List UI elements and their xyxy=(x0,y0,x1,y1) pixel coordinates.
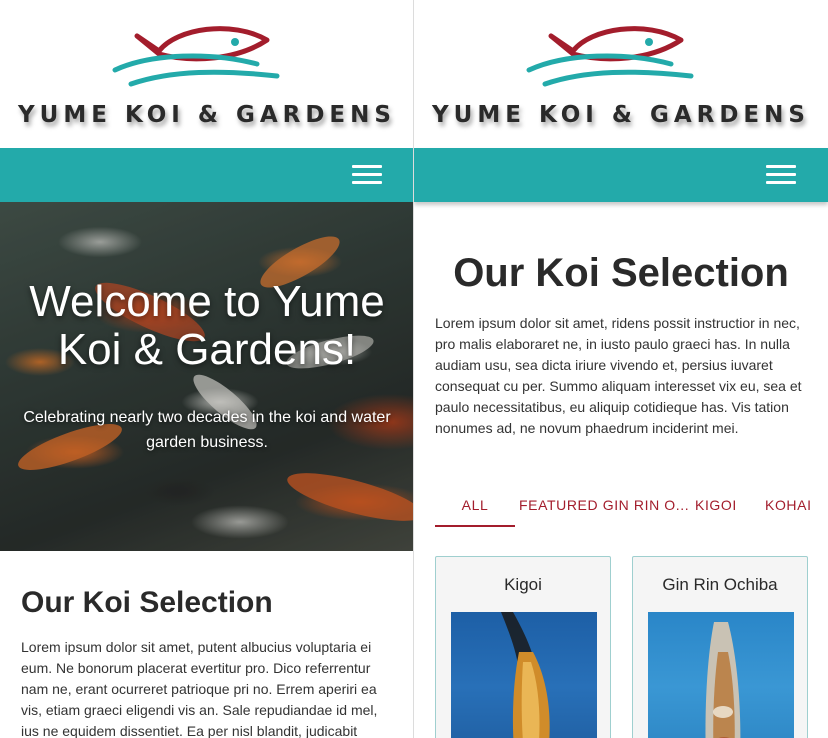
koi-card-kigoi[interactable]: Kigoi xyxy=(435,556,611,738)
koi-fish-logo[interactable] xyxy=(521,18,701,90)
menu-line xyxy=(352,173,382,176)
navigation-bar xyxy=(414,148,828,202)
hero-banner: Welcome to Yume Koi & Gardens! Celebrati… xyxy=(0,202,413,551)
tab-kohai[interactable]: KOHAI xyxy=(765,484,825,527)
koi-fish-logo[interactable] xyxy=(107,18,287,90)
koi-photo xyxy=(648,612,794,738)
menu-line xyxy=(352,165,382,168)
hero-overlay xyxy=(0,202,413,551)
tab-featured-gin-rin[interactable]: FEATURED GIN RIN O... xyxy=(519,484,691,527)
menu-line xyxy=(766,181,796,184)
brand-name: YUME KOI & GARDENS xyxy=(432,102,810,128)
site-header: YUME KOI & GARDENS xyxy=(414,0,828,148)
section-heading: Our Koi Selection xyxy=(453,251,789,295)
menu-line xyxy=(352,181,382,184)
site-header: YUME KOI & GARDENS xyxy=(0,0,413,148)
brand-name: YUME KOI & GARDENS xyxy=(18,102,396,128)
hamburger-menu-icon[interactable] xyxy=(352,163,382,187)
section-body: Lorem ipsum dolor sit amet, putent albuc… xyxy=(21,639,378,738)
hero-subtitle: Celebrating nearly two decades in the ko… xyxy=(23,409,391,451)
category-tabs: ALL FEATURED GIN RIN O... KIGOI KOHAI xyxy=(435,484,828,530)
mobile-screen-home: YUME KOI & GARDENS Welcome to Yume Koi &… xyxy=(0,0,414,738)
menu-line xyxy=(766,165,796,168)
tab-all[interactable]: ALL xyxy=(435,484,515,527)
section-heading: Our Koi Selection xyxy=(21,586,273,619)
hero-title: Welcome to Yume Koi & Gardens! xyxy=(29,277,385,374)
koi-photo xyxy=(451,612,597,738)
card-title: Gin Rin Ochiba xyxy=(662,575,778,594)
card-title: Kigoi xyxy=(504,575,542,594)
koi-fish-image xyxy=(705,622,741,738)
koi-fish-image xyxy=(501,612,550,738)
mobile-screen-selection: YUME KOI & GARDENS Our Koi Selection Lor… xyxy=(414,0,828,738)
menu-line xyxy=(766,173,796,176)
koi-card-gin-rin-ochiba[interactable]: Gin Rin Ochiba xyxy=(632,556,808,738)
hamburger-menu-icon[interactable] xyxy=(766,163,796,187)
section-body: Lorem ipsum dolor sit amet, ridens possi… xyxy=(435,315,802,436)
navigation-bar xyxy=(0,148,413,202)
tab-kigoi[interactable]: KIGOI xyxy=(695,484,745,527)
